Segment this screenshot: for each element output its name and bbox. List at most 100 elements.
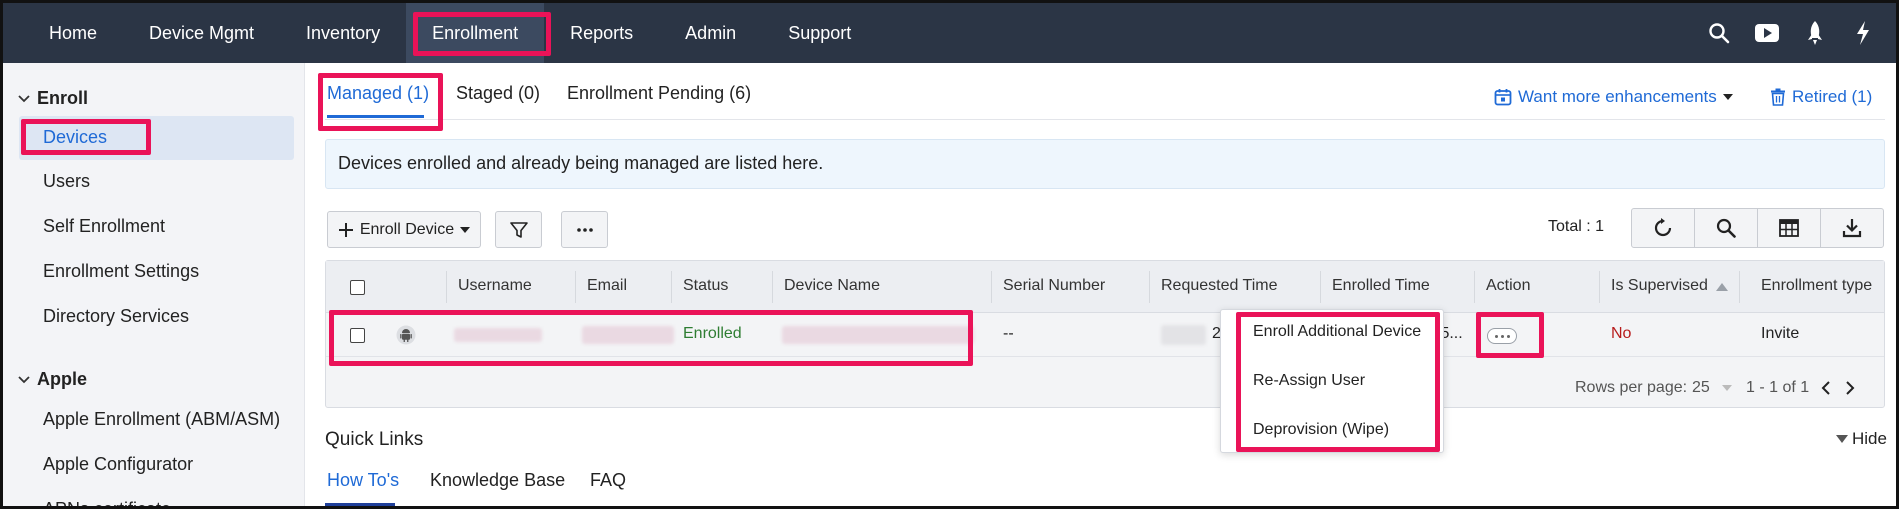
column-enrollment-type[interactable]: Enrollment type (1761, 277, 1872, 295)
enroll-device-label: Enroll Device (359, 220, 455, 238)
columns-button[interactable] (1758, 209, 1821, 247)
column-divider (671, 271, 672, 303)
column-is-supervised[interactable]: Is Supervised (1611, 277, 1708, 295)
column-requested-time[interactable]: Requested Time (1161, 277, 1278, 295)
tab-active-underline (327, 115, 424, 118)
sidebar-item-users[interactable]: Users (43, 171, 90, 192)
ellipsis-icon (576, 227, 593, 232)
row-checkbox[interactable] (350, 328, 365, 343)
column-username[interactable]: Username (458, 277, 532, 295)
column-action[interactable]: Action (1486, 277, 1530, 295)
column-enrolled-time[interactable]: Enrolled Time (1332, 277, 1430, 295)
column-divider (575, 271, 576, 303)
retired-link[interactable]: Retired (1) (1770, 87, 1872, 107)
refresh-icon (1654, 218, 1672, 237)
quick-links-active-underline (325, 503, 395, 506)
menu-reassign-user[interactable]: Re-Assign User (1253, 372, 1365, 390)
column-divider (1474, 271, 1475, 303)
row-actions-button[interactable] (1487, 328, 1517, 344)
export-button[interactable] (1821, 209, 1883, 247)
chevron-left-icon[interactable] (1821, 381, 1831, 395)
tabs-divider (325, 119, 1885, 120)
column-divider (446, 271, 447, 303)
retired-label: Retired (1) (1792, 87, 1873, 106)
select-all-checkbox[interactable] (350, 280, 365, 295)
sidebar-item-apple-configurator[interactable]: Apple Configurator (43, 454, 193, 475)
download-icon (1842, 219, 1862, 238)
nav-enrollment[interactable]: Enrollment (406, 3, 545, 63)
filter-button[interactable] (495, 211, 542, 248)
tab-knowledge-base[interactable]: Knowledge Base (430, 470, 565, 491)
chevron-down-icon (18, 94, 30, 102)
chevron-right-icon[interactable] (1845, 381, 1855, 395)
column-device-name[interactable]: Device Name (784, 277, 880, 295)
sidebar-item-enrollment-settings[interactable]: Enrollment Settings (43, 261, 199, 282)
caret-down-icon (1836, 435, 1848, 443)
nav-inventory[interactable]: Inventory (280, 3, 406, 63)
requested-time-redacted (1161, 325, 1206, 345)
enhancements-label: Want more enhancements (1518, 87, 1717, 106)
app-window: Home Device Mgmt Inventory Enrollment Re… (0, 0, 1899, 509)
tab-how-tos[interactable]: How To's (327, 470, 399, 491)
sidebar-group-apple[interactable]: Apple (17, 369, 87, 390)
sort-asc-icon[interactable] (1716, 283, 1728, 291)
search-icon (1716, 218, 1736, 238)
menu-deprovision-wipe[interactable]: Deprovision (Wipe) (1253, 421, 1389, 439)
caret-down-icon (1722, 94, 1733, 100)
column-email[interactable]: Email (587, 277, 627, 295)
rows-per-page-select[interactable]: 25 (1692, 379, 1732, 397)
table-row[interactable]: Enrolled -- 2 :5... No Invite (326, 313, 1884, 357)
android-icon (396, 325, 416, 345)
email-redacted (582, 326, 674, 344)
sidebar-item-apple-enrollment[interactable]: Apple Enrollment (ABM/ASM) (43, 409, 280, 430)
nav-home[interactable]: Home (3, 3, 123, 63)
devices-table: Username Email Status Device Name Serial… (325, 260, 1885, 408)
tab-faq[interactable]: FAQ (590, 470, 626, 491)
refresh-button[interactable] (1632, 209, 1695, 247)
filter-icon (509, 221, 528, 238)
row-action-menu: Enroll Additional Device Re-Assign User … (1220, 309, 1444, 453)
sidebar-group-label: Enroll (37, 88, 89, 108)
table-tools (1631, 208, 1884, 248)
column-divider (991, 271, 992, 303)
enroll-device-button[interactable]: Enroll Device (327, 211, 481, 248)
more-options-button[interactable] (561, 211, 608, 248)
lightning-icon[interactable] (1850, 20, 1876, 46)
nav-support[interactable]: Support (762, 3, 877, 63)
table-icon (1779, 219, 1799, 237)
sidebar-group-enroll[interactable]: Enroll (17, 88, 88, 109)
search-button[interactable] (1695, 209, 1758, 247)
quick-links-title: Quick Links (325, 429, 424, 450)
nav-device-mgmt[interactable]: Device Mgmt (123, 3, 280, 63)
sidebar-item-devices[interactable]: Devices (43, 127, 107, 148)
sidebar-item-self-enrollment[interactable]: Self Enrollment (43, 216, 165, 237)
tab-staged[interactable]: Staged (0) (456, 83, 540, 104)
menu-enroll-additional-device[interactable]: Enroll Additional Device (1253, 323, 1421, 341)
serial-number-cell: -- (1003, 325, 1014, 342)
column-divider (1599, 271, 1600, 303)
column-serial-number[interactable]: Serial Number (1003, 277, 1105, 295)
column-status[interactable]: Status (683, 277, 728, 295)
rows-per-page-value: 25 (1692, 379, 1710, 396)
sidebar-item-apns-certificate[interactable]: APNs certificate (43, 499, 171, 506)
username-redacted (454, 328, 542, 342)
nav-reports[interactable]: Reports (544, 3, 659, 63)
want-more-enhancements-link[interactable]: Want more enhancements (1494, 87, 1733, 107)
table-header: Username Email Status Device Name Serial… (326, 261, 1884, 313)
caret-down-icon (460, 226, 471, 233)
tab-managed[interactable]: Managed (1) (327, 83, 429, 104)
youtube-icon[interactable] (1754, 20, 1780, 46)
is-supervised-cell: No (1611, 325, 1632, 342)
device-name-redacted (782, 326, 974, 344)
search-icon[interactable] (1706, 20, 1732, 46)
nav-admin[interactable]: Admin (659, 3, 762, 63)
tab-enrollment-pending[interactable]: Enrollment Pending (6) (567, 83, 751, 104)
sidebar-item-directory-services[interactable]: Directory Services (43, 306, 189, 327)
info-banner: Devices enrolled and already being manag… (325, 139, 1885, 189)
sidebar: Enroll Devices Users Self Enrollment Enr… (3, 63, 305, 506)
hide-quick-links-button[interactable]: Hide (1836, 429, 1887, 449)
column-divider (772, 271, 773, 303)
column-divider (1149, 271, 1150, 303)
hide-label: Hide (1852, 429, 1887, 448)
rocket-icon[interactable] (1802, 20, 1828, 46)
